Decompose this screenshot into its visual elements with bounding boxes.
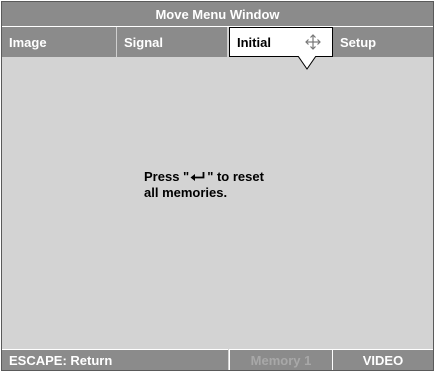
tab-image[interactable]: Image bbox=[2, 27, 117, 57]
enter-key-icon bbox=[190, 172, 205, 181]
message-suffix: " to reset bbox=[207, 169, 264, 184]
tab-signal-label: Signal bbox=[124, 34, 164, 50]
source-indicator: VIDEO bbox=[332, 349, 433, 370]
message-prefix: Press " bbox=[144, 169, 190, 184]
window-title-bar[interactable]: Move Menu Window bbox=[2, 2, 433, 27]
window-title: Move Menu Window bbox=[155, 6, 280, 22]
status-bar: ESCAPE: Return Memory 1 VIDEO bbox=[2, 349, 433, 370]
source-label: VIDEO bbox=[362, 352, 404, 368]
tab-signal[interactable]: Signal bbox=[117, 27, 228, 57]
move-arrows-icon bbox=[305, 34, 321, 50]
menu-window: Move Menu Window Image Signal Initial Se… bbox=[1, 1, 434, 371]
escape-return-label: ESCAPE: Return bbox=[9, 352, 113, 368]
tab-setup-label: Setup bbox=[340, 34, 377, 50]
reset-message-line2: all memories. bbox=[144, 185, 228, 200]
reset-message-line1: Press " " to reset bbox=[144, 169, 264, 185]
tab-setup[interactable]: Setup bbox=[333, 27, 433, 57]
tab-initial[interactable]: Initial bbox=[229, 27, 333, 57]
reset-message: Press " " to reset all memories. bbox=[144, 169, 264, 201]
escape-return-button[interactable]: ESCAPE: Return bbox=[2, 349, 228, 370]
tab-initial-label: Initial bbox=[237, 34, 271, 50]
menu-content-area: Press " " to reset all memories. bbox=[2, 57, 433, 350]
menu-tabs: Image Signal Initial Setup bbox=[2, 27, 433, 57]
memory-label: Memory 1 bbox=[250, 352, 312, 368]
memory-indicator: Memory 1 bbox=[229, 349, 332, 370]
tab-image-label: Image bbox=[9, 34, 47, 50]
